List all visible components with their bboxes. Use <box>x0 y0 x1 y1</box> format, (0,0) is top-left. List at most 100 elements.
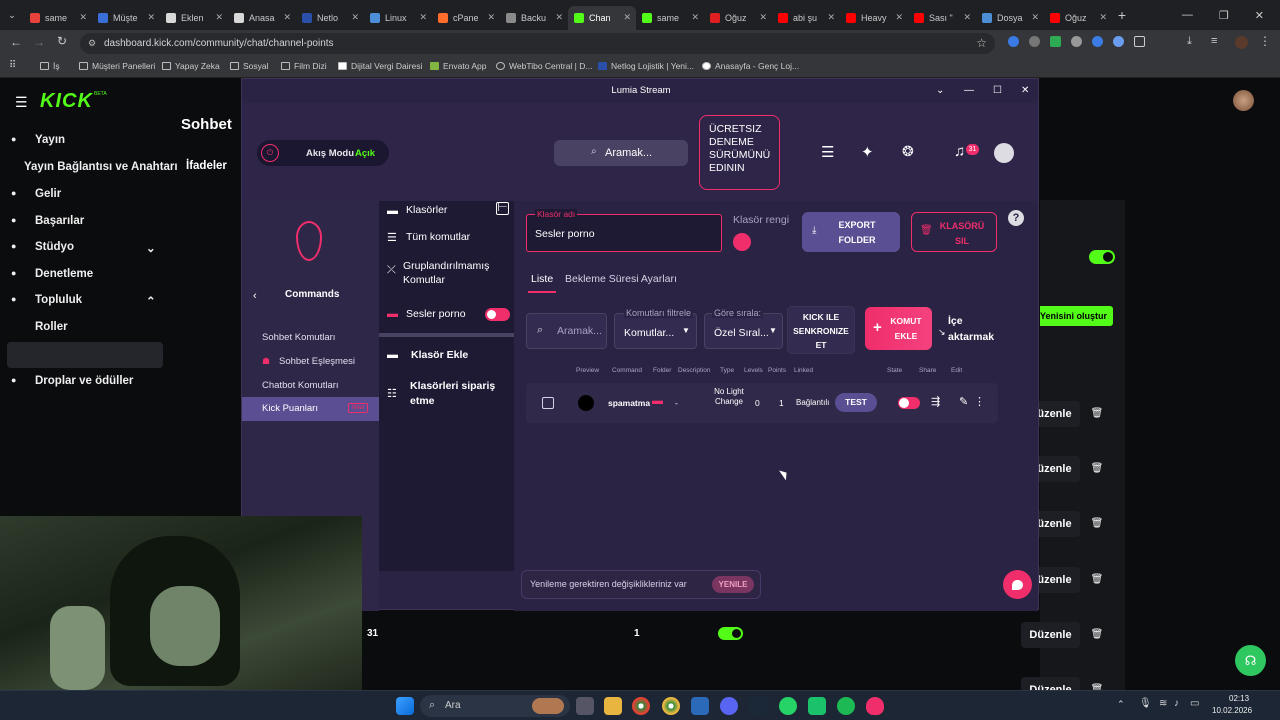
tab-close-icon[interactable]: ✕ <box>283 12 291 23</box>
tab-close-icon[interactable]: ✕ <box>215 12 223 23</box>
browser-tab[interactable]: Linux ✕ <box>364 6 432 30</box>
microphone-icon[interactable]: 🎙 <box>1139 698 1152 709</box>
folder-toggle[interactable] <box>485 308 510 321</box>
command-state-toggle[interactable] <box>898 397 920 409</box>
maximize-icon[interactable]: ❐ <box>1219 9 1229 22</box>
close-icon[interactable]: ✕ <box>1255 9 1264 22</box>
browser-tab[interactable]: Dosya ✕ <box>976 6 1044 30</box>
minimize-icon[interactable]: — <box>1182 9 1193 21</box>
tab-emotes[interactable]: İfadeler <box>186 160 227 172</box>
delete-icon[interactable]: 🗑 <box>1087 511 1107 537</box>
extension-icon[interactable] <box>1008 36 1019 47</box>
tab-close-icon[interactable]: ✕ <box>351 12 359 23</box>
user-avatar[interactable] <box>1233 90 1254 111</box>
clock-time[interactable]: 02:13 <box>1229 694 1249 703</box>
chevron-up-icon[interactable]: ⌃ <box>146 294 156 308</box>
back-chevron-icon[interactable]: ‹ <box>253 290 257 302</box>
bookmark-item[interactable]: Dijital Vergi Dairesi <box>338 61 422 71</box>
start-icon[interactable] <box>396 697 414 715</box>
collapse-panel-icon[interactable]: ⊢ <box>496 201 509 215</box>
volume-icon[interactable]: ♪ <box>1174 698 1179 709</box>
toggle-switch[interactable] <box>1089 250 1115 264</box>
tab-close-icon[interactable]: ✕ <box>555 12 563 23</box>
tab-cooldown[interactable]: Bekleme Süresi Ayarları <box>565 273 677 285</box>
kick-logo[interactable]: KICK <box>40 90 93 113</box>
add-command-button[interactable]: + KOMUT EKLE <box>865 307 932 350</box>
folder-all-commands[interactable]: Tüm komutlar <box>406 231 470 243</box>
bookmark-item[interactable]: Netlog Lojistik | Yeni... <box>598 61 694 71</box>
nav-item-chat-match[interactable]: Sohbet Eşleşmesi <box>279 356 355 367</box>
more-options-icon[interactable]: ⋮ <box>974 395 985 408</box>
test-command-button[interactable]: TEST <box>835 393 877 412</box>
reading-list-icon[interactable]: ≡ <box>1211 35 1217 47</box>
tab-close-icon[interactable]: ✕ <box>79 12 87 23</box>
sliders-icon[interactable]: ☰ <box>821 143 834 161</box>
steam-icon[interactable] <box>749 697 767 715</box>
extension-icon[interactable] <box>1113 36 1124 47</box>
sync-kick-button[interactable]: KICK ILE SENKRONIZE ET <box>787 306 855 354</box>
shield-extension-icon[interactable] <box>1050 36 1061 47</box>
folder-sesler[interactable]: Sesler porno <box>406 308 466 320</box>
file-explorer-icon[interactable] <box>604 697 622 715</box>
spotify-icon[interactable] <box>837 697 855 715</box>
folder-name-field[interactable]: Klasör adı Sesler porno <box>526 209 722 252</box>
browser-tab[interactable]: Oğuz ✕ <box>1044 6 1112 30</box>
bookmark-item[interactable]: Müşteri Panelleri <box>79 61 155 71</box>
nav-item-kick-points[interactable]: Kick Puanları New <box>242 397 379 421</box>
sort-folders-button[interactable]: Klasörleri sipariş etme <box>410 379 510 409</box>
discord-icon[interactable] <box>720 697 738 715</box>
download-icon[interactable]: ⤓ <box>1187 35 1192 48</box>
tab-close-icon[interactable]: ✕ <box>691 12 699 23</box>
bookmark-star-icon[interactable]: ☆ <box>976 33 987 54</box>
bookmark-item[interactable]: Anasayfa - Genç Loj... <box>702 61 799 71</box>
clock-date[interactable]: 10.02.2026 <box>1212 706 1252 715</box>
delete-icon[interactable]: 🗑 <box>1087 456 1107 482</box>
taskbar-search[interactable]: ⌕ Ara <box>420 695 570 717</box>
folder-color-swatch[interactable] <box>733 233 751 251</box>
edit-pencil-icon[interactable]: ✎ <box>959 395 968 408</box>
tab-close-icon[interactable]: ✕ <box>1031 12 1039 23</box>
tab-close-icon[interactable]: ✕ <box>895 12 903 23</box>
bookmark-item[interactable]: WebTibo Central | D... <box>496 61 592 71</box>
delete-icon[interactable]: 🗑 <box>1087 622 1107 648</box>
browser-tab[interactable]: Backu ✕ <box>500 6 568 30</box>
tab-close-icon[interactable]: ✕ <box>759 12 767 23</box>
free-trial-button[interactable]: ÜCRETSIZ DENEME SÜRÜMÜNÜ EDININ <box>699 115 780 190</box>
forward-icon[interactable]: → <box>33 35 45 49</box>
bookmark-item[interactable]: Yapay Zeka <box>162 61 220 71</box>
bookmark-item[interactable]: Envato App <box>430 61 486 71</box>
sidebar-item[interactable]: Gelir <box>35 188 61 200</box>
bookmark-item[interactable]: İş <box>40 61 60 71</box>
sidebar-item[interactable]: Droplar ve ödüller <box>35 375 133 387</box>
url-bar[interactable]: ⚙ dashboard.kick.com/community/chat/chan… <box>80 33 995 54</box>
extension-icon[interactable] <box>1029 36 1040 47</box>
refresh-button[interactable]: YENILE <box>712 576 754 593</box>
bookmark-item[interactable]: Film Dizi <box>281 61 327 71</box>
table-row[interactable]: spamatma ▬ - No Light Change 0 1 Bağlant… <box>526 383 998 423</box>
sort-select[interactable]: Göre sırala: Özel Sıral... ▼ <box>704 308 783 349</box>
back-icon[interactable]: ← <box>10 35 22 49</box>
lightbulb-icon[interactable]: ✦ <box>861 143 874 161</box>
browser-tab[interactable]: abi şu ✕ <box>772 6 840 30</box>
browser-menu-icon[interactable]: ⋮ <box>1259 34 1271 48</box>
hamburger-icon[interactable]: ☰ <box>15 94 28 111</box>
reload-icon[interactable]: ↻ <box>57 34 67 48</box>
tab-close-icon[interactable]: ✕ <box>487 12 495 23</box>
browser-tab[interactable]: Müşte ✕ <box>92 6 160 30</box>
sidebar-item[interactable]: Stüdyo <box>35 241 74 253</box>
row-checkbox[interactable] <box>542 397 554 409</box>
create-new-button[interactable]: Yenisini oluştur <box>1040 306 1113 326</box>
help-icon[interactable]: ? <box>1008 210 1024 226</box>
close-icon[interactable]: ✕ <box>1021 79 1029 103</box>
browser-tab[interactable]: Heavy ✕ <box>840 6 908 30</box>
header-search[interactable]: ⌕ Aramak... <box>554 140 688 166</box>
new-tab-icon[interactable]: + <box>1112 7 1132 23</box>
sidebar-item[interactable]: Topluluk <box>35 294 82 306</box>
sidebar-item[interactable]: Denetleme <box>35 268 93 280</box>
wifi-icon[interactable]: ≋ <box>1159 698 1167 709</box>
task-view-icon[interactable] <box>576 697 594 715</box>
apps-grid-icon[interactable]: ⠿ <box>9 60 16 71</box>
camera-extension-icon[interactable] <box>1071 36 1082 47</box>
maximize-icon[interactable]: ☐ <box>993 79 1002 103</box>
row-toggle[interactable] <box>718 627 743 640</box>
